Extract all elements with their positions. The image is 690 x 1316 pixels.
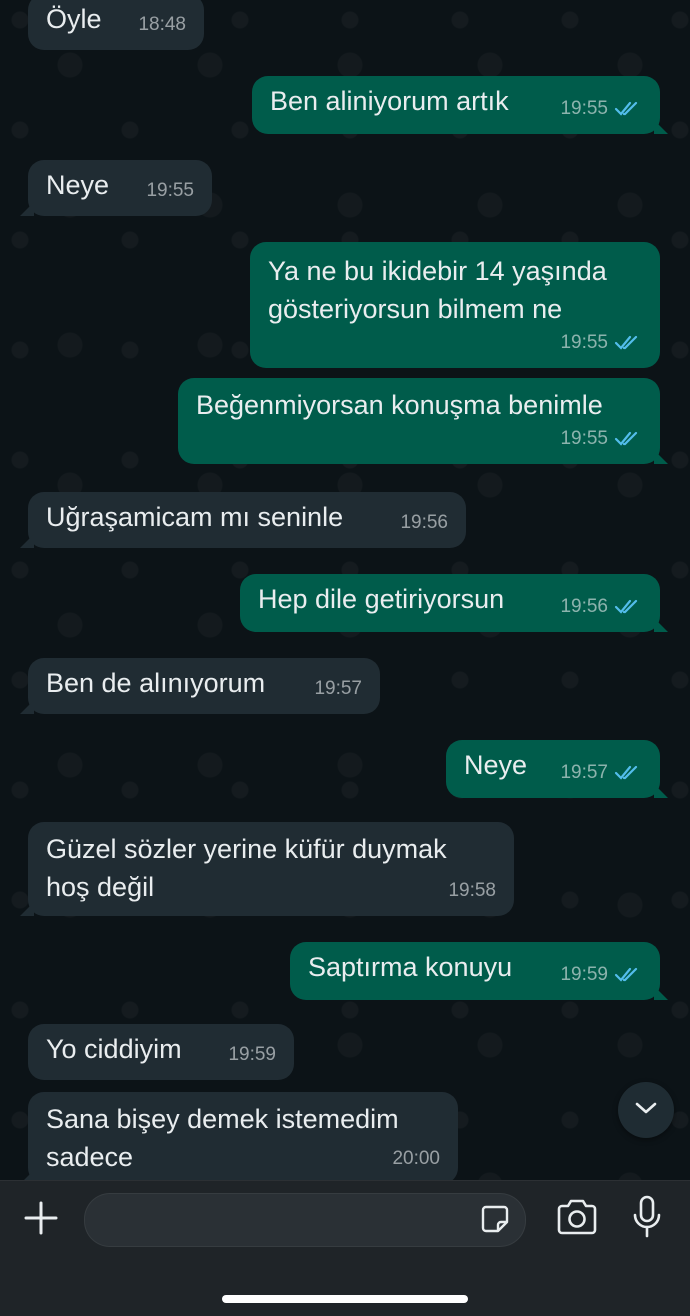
message-meta: 19:55 <box>560 324 642 362</box>
message-meta: 19:55 <box>146 172 194 210</box>
voice-message-button[interactable] <box>628 1195 666 1243</box>
read-receipt-icon <box>614 598 642 616</box>
outgoing-message[interactable]: Hep dile getiriyorsun 19:56 <box>240 574 668 632</box>
chevron-down-icon <box>634 1100 658 1121</box>
read-receipt-icon <box>614 430 642 448</box>
incoming-message[interactable]: Güzel sözler yerine küfür duymak hoş değ… <box>20 822 514 916</box>
message-time: 20:00 <box>392 1148 440 1169</box>
message-text: Neye <box>464 750 528 780</box>
message-meta: 20:00 <box>392 1140 440 1178</box>
message-time: 19:59 <box>228 1044 276 1065</box>
read-receipt-icon <box>614 100 642 118</box>
message-meta: 18:48 <box>138 6 186 44</box>
read-receipt-icon <box>614 966 642 984</box>
message-time: 19:57 <box>560 762 608 783</box>
sticker-icon <box>480 1204 510 1239</box>
message-meta: 19:55 <box>560 90 642 128</box>
camera-button[interactable] <box>554 1197 600 1241</box>
message-text: Uğraşamicam mı seninle <box>46 502 344 532</box>
message-time: 19:56 <box>400 512 448 533</box>
message-meta: 19:57 <box>314 670 362 708</box>
scroll-to-bottom-button[interactable] <box>618 1082 674 1138</box>
outgoing-message[interactable]: Neye 19:57 <box>446 740 668 798</box>
message-time: 19:55 <box>560 332 608 353</box>
incoming-message[interactable]: Öyle 18:48 <box>28 0 204 50</box>
message-time: 19:56 <box>560 596 608 617</box>
message-text: Beğenmiyorsan konuşma benimle <box>196 390 603 420</box>
message-meta: 19:55 <box>560 420 642 458</box>
outgoing-message[interactable]: Ya ne bu ikidebir 14 yaşında gösteriyors… <box>250 242 660 368</box>
message-meta: 19:59 <box>560 956 642 994</box>
home-indicator <box>222 1295 468 1303</box>
incoming-message[interactable]: Yo ciddiyim 19:59 <box>28 1024 294 1080</box>
incoming-message[interactable]: Sana bişey demek istemedim sadece 20:00 <box>20 1092 458 1184</box>
outgoing-message[interactable]: Ben aliniyorum artık 19:55 <box>252 76 668 134</box>
read-receipt-icon <box>614 764 642 782</box>
incoming-message[interactable]: Uğraşamicam mı seninle 19:56 <box>20 492 466 548</box>
message-text: Ben aliniyorum artık <box>270 86 509 116</box>
message-time: 19:55 <box>560 98 608 119</box>
message-time: 19:55 <box>560 428 608 449</box>
read-receipt-icon <box>614 334 642 352</box>
message-meta: 19:56 <box>400 504 448 542</box>
message-time: 19:59 <box>560 964 608 985</box>
outgoing-message[interactable]: Saptırma konuyu 19:59 <box>290 942 668 1000</box>
message-text: Yo ciddiyim <box>46 1034 182 1064</box>
plus-icon <box>23 1200 59 1241</box>
message-meta: 19:56 <box>560 588 642 626</box>
message-text: Hep dile getiriyorsun <box>258 584 505 614</box>
message-time: 19:57 <box>314 678 362 699</box>
message-time: 18:48 <box>138 14 186 35</box>
message-meta: 19:59 <box>228 1036 276 1074</box>
attach-button[interactable] <box>20 1199 62 1241</box>
message-input[interactable] <box>103 1194 467 1248</box>
message-time: 19:55 <box>146 180 194 201</box>
message-meta: 19:58 <box>448 872 496 910</box>
incoming-message[interactable]: Ben de alınıyorum 19:57 <box>20 658 380 714</box>
message-meta: 19:57 <box>560 754 642 792</box>
message-text: Güzel sözler yerine küfür duymak hoş değ… <box>46 834 447 902</box>
message-composer <box>0 1180 690 1316</box>
message-time: 19:58 <box>448 880 496 901</box>
message-input-box[interactable] <box>84 1193 526 1248</box>
message-text: Sana bişey demek istemedim sadece <box>46 1104 399 1172</box>
chat-screen: Öyle 18:48 Ben aliniyorum artık 19:55 Ne… <box>0 0 690 1316</box>
outgoing-message[interactable]: Beğenmiyorsan konuşma benimle 19:55 <box>178 378 668 464</box>
message-text: Ya ne bu ikidebir 14 yaşında gösteriyors… <box>268 256 607 324</box>
message-text: Ben de alınıyorum <box>46 668 266 698</box>
message-text: Saptırma konuyu <box>308 952 513 982</box>
message-text: Öyle <box>46 4 102 34</box>
message-text: Neye <box>46 170 110 200</box>
microphone-icon <box>632 1195 662 1244</box>
sticker-button[interactable] <box>479 1205 511 1237</box>
incoming-message[interactable]: Neye 19:55 <box>20 160 212 216</box>
camera-icon <box>555 1199 599 1240</box>
